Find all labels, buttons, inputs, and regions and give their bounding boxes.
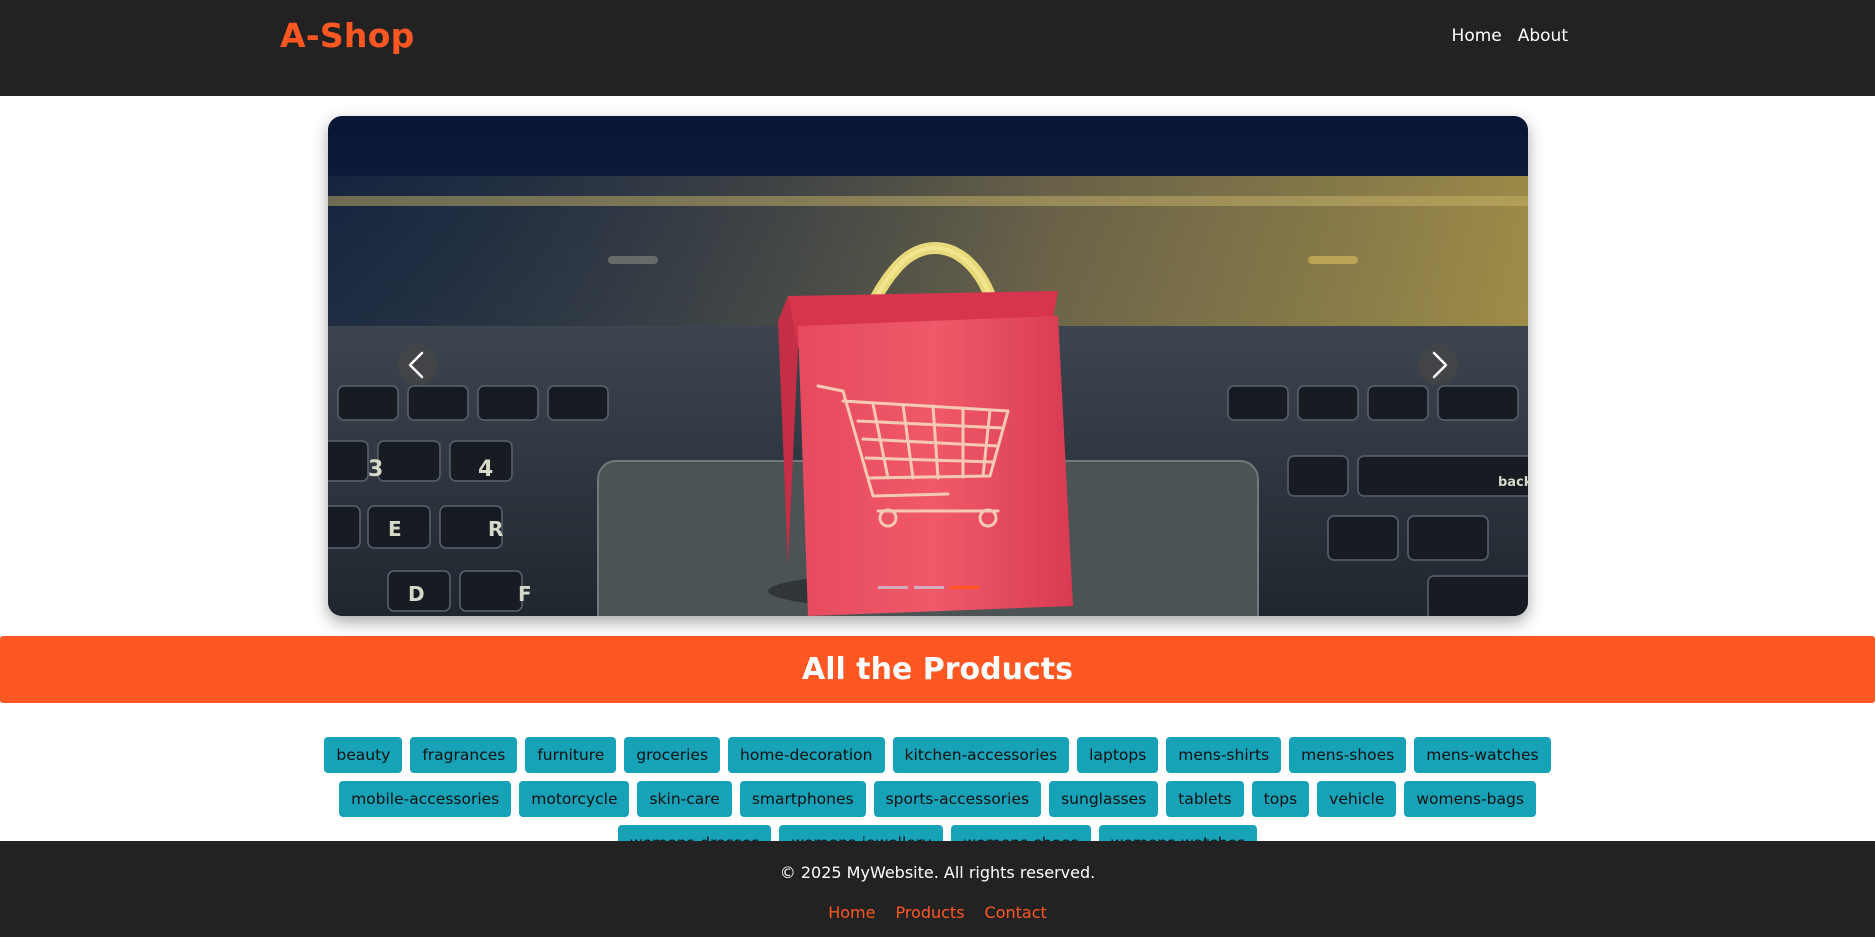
svg-text:3: 3 [368,457,383,482]
category-list: beauty fragrances furniture groceries home-d… [290,737,1585,841]
category-button-womens-bags[interactable]: womens-bags [1404,781,1536,817]
carousel-slide-image: 3 4 E R D F backspace [328,116,1528,616]
svg-text:F: F [518,582,532,606]
category-button-mens-shirts[interactable]: mens-shirts [1166,737,1282,773]
category-button-womens-dresses[interactable]: womens-dresses [617,825,772,841]
top-navbar: A-Shop Home About [0,0,1875,96]
category-button-home-decoration[interactable]: home-decoration [728,737,885,773]
svg-text:D: D [408,582,425,606]
category-button-womens-shoes[interactable]: womens-shoes [951,825,1091,841]
category-button-womens-watches[interactable]: womens-watches [1098,825,1258,841]
category-button-mens-watches[interactable]: mens-watches [1414,737,1551,773]
category-button-tablets[interactable]: tablets [1166,781,1244,817]
footer-contact-link[interactable]: Contact [985,903,1047,922]
products-banner: All the Products [0,636,1875,703]
page-footer: © 2025 MyWebsite. All rights reserved. H… [0,841,1875,937]
footer-products-link[interactable]: Products [895,903,964,922]
category-button-tops[interactable]: tops [1251,781,1310,817]
nav-about-link[interactable]: About [1518,26,1568,46]
svg-text:R: R [488,517,503,541]
carousel-prev-button[interactable] [398,345,438,385]
brand-logo[interactable]: A-Shop [280,16,415,55]
category-button-furniture[interactable]: furniture [525,737,617,773]
hero-carousel: 3 4 E R D F backspace [328,116,1528,616]
category-button-groceries[interactable]: groceries [624,737,721,773]
carousel-next-button[interactable] [1418,345,1458,385]
category-button-vehicle[interactable]: vehicle [1317,781,1397,817]
carousel-indicator-3[interactable] [950,586,980,589]
main-nav: Home About [1452,26,1568,46]
category-button-skin-care[interactable]: skin-care [637,781,732,817]
carousel-indicator-1[interactable] [878,586,908,589]
chevron-right-icon [1432,351,1448,379]
svg-text:E: E [388,517,402,541]
svg-text:backspace: backspace [1498,475,1528,490]
footer-links: Home Products Contact [0,903,1875,922]
category-button-mens-shoes[interactable]: mens-shoes [1289,737,1407,773]
category-button-fragrances[interactable]: fragrances [410,737,518,773]
carousel-indicators [878,586,980,589]
footer-home-link[interactable]: Home [828,903,875,922]
svg-text:4: 4 [478,457,493,482]
chevron-left-icon [408,351,424,379]
category-button-laptops[interactable]: laptops [1077,737,1159,773]
category-button-smartphones[interactable]: smartphones [739,781,866,817]
category-button-mobile-accessories[interactable]: mobile-accessories [339,781,512,817]
category-button-kitchen-accessories[interactable]: kitchen-accessories [892,737,1070,773]
category-button-sports-accessories[interactable]: sports-accessories [873,781,1042,817]
category-button-sunglasses[interactable]: sunglasses [1049,781,1159,817]
category-button-motorcycle[interactable]: motorcycle [519,781,630,817]
nav-home-link[interactable]: Home [1452,26,1502,46]
category-button-womens-jewellery[interactable]: womens-jewellery [779,825,944,841]
category-button-beauty[interactable]: beauty [324,737,403,773]
products-heading: All the Products [802,652,1073,687]
carousel-indicator-2[interactable] [914,586,944,589]
copyright-text: © 2025 MyWebsite. All rights reserved. [779,863,1096,882]
